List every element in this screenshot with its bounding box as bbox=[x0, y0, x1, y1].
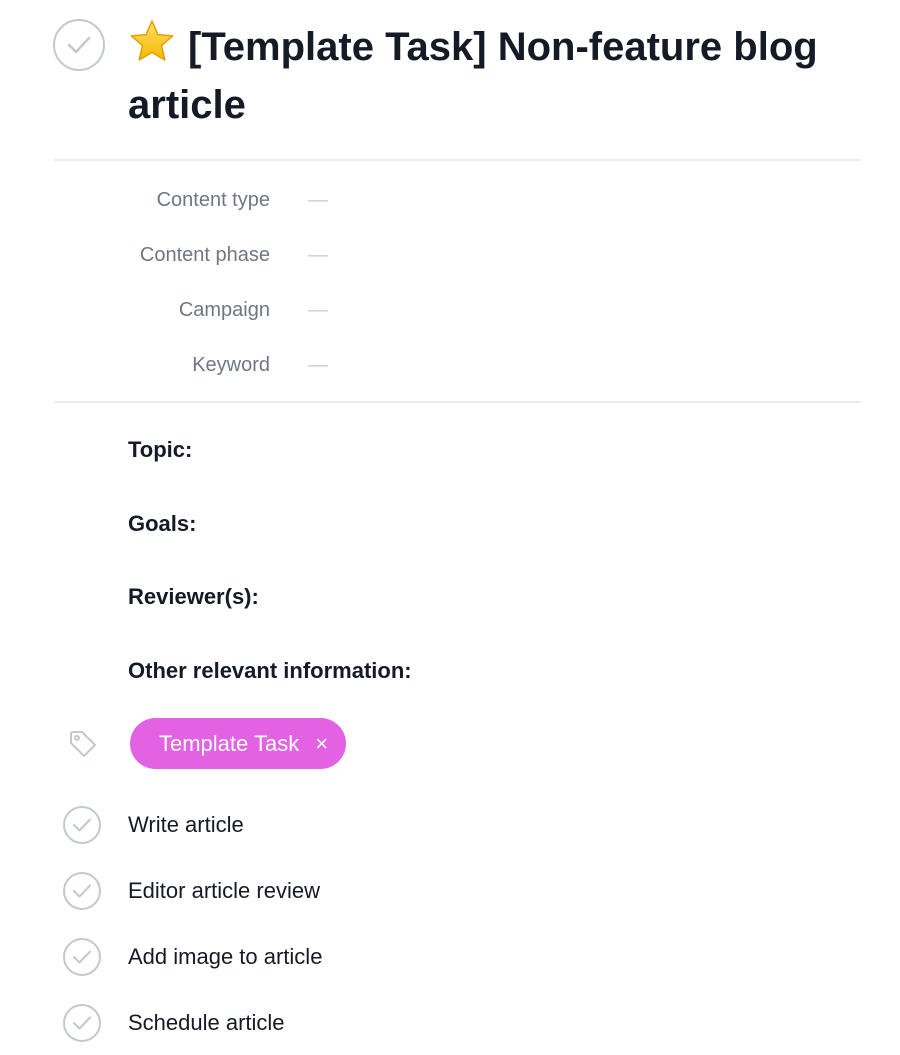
description-goals[interactable]: Goals: bbox=[128, 509, 196, 539]
field-value[interactable]: — bbox=[308, 240, 328, 270]
checkmark-icon bbox=[73, 884, 91, 898]
star-icon bbox=[130, 20, 174, 61]
description-other-info[interactable]: Other relevant information: bbox=[128, 656, 412, 686]
tag-label: Template Task bbox=[159, 730, 300, 756]
task-title-text: [Template Task] Non-feature blog article bbox=[128, 25, 818, 127]
divider-top bbox=[54, 159, 861, 161]
field-label: Keyword bbox=[192, 354, 270, 376]
subtask-row[interactable]: Write article bbox=[0, 806, 900, 846]
checkmark-icon bbox=[73, 950, 91, 964]
field-content-phase[interactable]: Content phase — bbox=[0, 240, 900, 270]
remove-tag-icon[interactable]: × bbox=[315, 732, 328, 755]
field-keyword[interactable]: Keyword — bbox=[0, 350, 900, 380]
description-topic[interactable]: Topic: bbox=[128, 435, 192, 465]
field-label: Content type bbox=[156, 189, 270, 211]
subtask-label[interactable]: Schedule article bbox=[128, 1007, 285, 1039]
field-label: Content phase bbox=[139, 244, 270, 266]
field-value[interactable]: — bbox=[308, 185, 328, 215]
field-campaign[interactable]: Campaign — bbox=[0, 295, 900, 325]
divider-bottom bbox=[54, 401, 861, 403]
subtask-complete-button[interactable] bbox=[63, 938, 101, 976]
field-content-type[interactable]: Content type — bbox=[0, 185, 900, 215]
tag-icon[interactable] bbox=[68, 730, 98, 760]
subtask-row[interactable]: Add image to article bbox=[0, 938, 900, 978]
subtask-complete-button[interactable] bbox=[63, 872, 101, 910]
checkmark-icon bbox=[73, 1016, 91, 1030]
subtask-label[interactable]: Write article bbox=[128, 809, 244, 841]
checkmark-icon bbox=[73, 818, 91, 832]
mark-complete-button[interactable] bbox=[53, 19, 105, 71]
field-value[interactable]: — bbox=[308, 350, 328, 380]
field-value[interactable]: — bbox=[308, 295, 328, 325]
subtask-label[interactable]: Add image to article bbox=[128, 941, 322, 973]
task-title[interactable]: [Template Task] Non-feature blog article bbox=[128, 18, 848, 134]
subtask-row[interactable]: Editor article review bbox=[0, 872, 900, 912]
checkmark-icon bbox=[67, 36, 91, 54]
subtask-complete-button[interactable] bbox=[63, 1004, 101, 1042]
subtask-row[interactable]: Schedule article bbox=[0, 1004, 900, 1044]
subtask-label[interactable]: Editor article review bbox=[128, 875, 320, 907]
field-label: Campaign bbox=[178, 299, 270, 321]
description-reviewers[interactable]: Reviewer(s): bbox=[128, 582, 259, 612]
tag-template-task[interactable]: Template Task × bbox=[130, 718, 347, 769]
subtask-complete-button[interactable] bbox=[63, 806, 101, 844]
